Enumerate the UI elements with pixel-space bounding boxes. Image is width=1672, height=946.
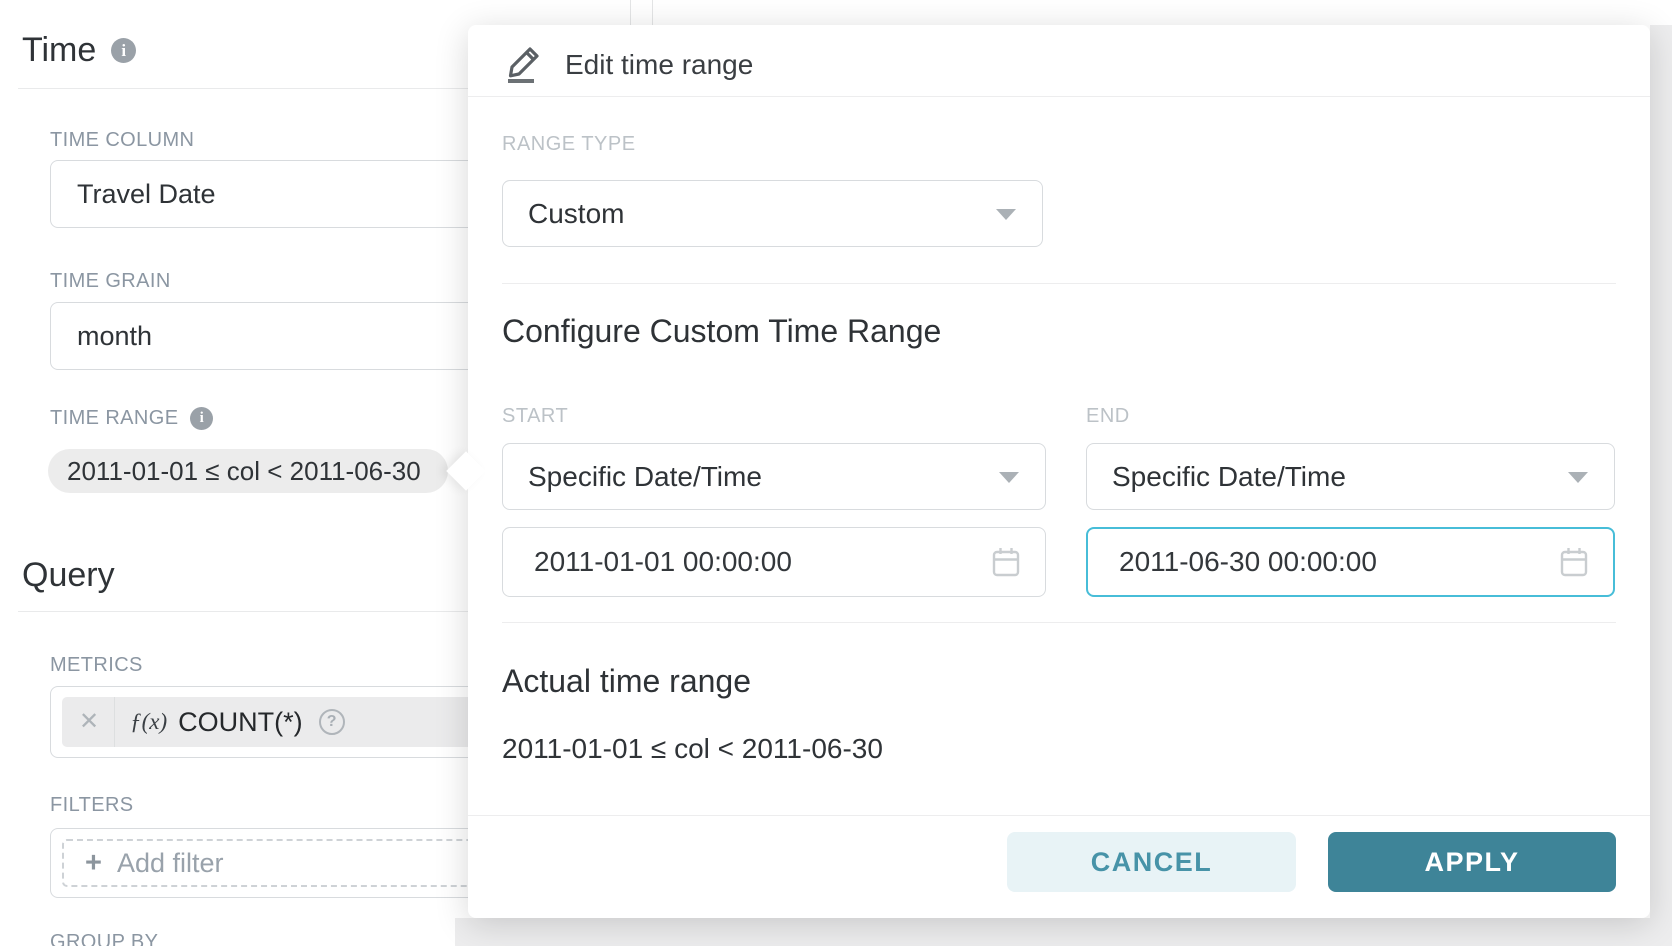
- edit-pencil-icon: [504, 37, 546, 83]
- end-mode-select[interactable]: Specific Date/Time: [1086, 443, 1615, 510]
- modal-title: Edit time range: [565, 49, 753, 81]
- time-range-value: 2011-01-01 ≤ col < 2011-06-30: [67, 456, 421, 487]
- filters-label: FILTERS: [50, 794, 134, 817]
- modal-footer-divider: [468, 815, 1650, 816]
- page-background-strip: [1650, 25, 1672, 946]
- metrics-label: METRICS: [50, 654, 143, 677]
- caret-down-icon: [1568, 472, 1588, 483]
- caret-down-icon: [999, 472, 1019, 483]
- end-datetime-field: [1086, 527, 1615, 597]
- query-section-title: Query: [22, 556, 115, 595]
- query-section-heading: Query: [22, 556, 115, 595]
- explore-chart-page: Time i TIME COLUMN Travel Date TIME GRAI…: [0, 0, 1672, 946]
- apply-button[interactable]: APPLY: [1328, 832, 1616, 892]
- time-section-heading: Time i: [22, 31, 136, 70]
- add-filter-label: Add filter: [117, 848, 224, 879]
- start-label: START: [502, 405, 568, 428]
- actual-time-range-value: 2011-01-01 ≤ col < 2011-06-30: [502, 733, 883, 765]
- end-label: END: [1086, 405, 1130, 428]
- end-datetime-input[interactable]: [1088, 546, 1559, 578]
- start-mode-value: Specific Date/Time: [528, 461, 762, 493]
- metric-pill-divider: [114, 697, 115, 747]
- caret-down-icon: [996, 209, 1016, 220]
- actual-time-range-heading: Actual time range: [502, 663, 751, 700]
- help-icon[interactable]: ?: [319, 709, 345, 735]
- modal-section-divider: [502, 283, 1616, 284]
- configure-heading: Configure Custom Time Range: [502, 313, 941, 350]
- range-type-label: RANGE TYPE: [502, 133, 636, 156]
- group-by-label: GROUP BY: [50, 931, 158, 946]
- time-range-pill[interactable]: 2011-01-01 ≤ col < 2011-06-30: [48, 449, 448, 493]
- start-datetime-input[interactable]: [503, 546, 991, 578]
- edit-time-range-popover: Edit time range RANGE TYPE Custom Config…: [468, 25, 1650, 918]
- panel-boundary-line: [630, 0, 631, 25]
- chart-area-boundary-line: [652, 0, 653, 25]
- time-section-title: Time: [22, 31, 96, 70]
- calendar-icon[interactable]: [991, 546, 1021, 578]
- remove-metric-icon[interactable]: ✕: [79, 710, 99, 734]
- metric-name: COUNT(*): [178, 707, 302, 738]
- info-icon[interactable]: i: [190, 407, 213, 430]
- plus-icon: +: [85, 849, 102, 878]
- range-type-value: Custom: [528, 198, 624, 230]
- time-grain-label: TIME GRAIN: [50, 270, 171, 293]
- start-datetime-field: [502, 527, 1046, 597]
- time-column-label: TIME COLUMN: [50, 129, 194, 152]
- end-mode-value: Specific Date/Time: [1112, 461, 1346, 493]
- page-background-strip: [455, 918, 1672, 946]
- modal-section-divider: [502, 622, 1616, 623]
- time-range-label: TIME RANGE i: [50, 407, 213, 430]
- cancel-button[interactable]: CANCEL: [1007, 832, 1296, 892]
- time-column-value: Travel Date: [77, 179, 216, 210]
- calendar-icon[interactable]: [1559, 546, 1589, 578]
- range-type-select[interactable]: Custom: [502, 180, 1043, 247]
- modal-header-divider: [468, 96, 1650, 97]
- function-icon: ƒ(x): [130, 709, 167, 735]
- start-mode-select[interactable]: Specific Date/Time: [502, 443, 1046, 510]
- info-icon[interactable]: i: [111, 38, 136, 63]
- time-grain-value: month: [77, 321, 152, 352]
